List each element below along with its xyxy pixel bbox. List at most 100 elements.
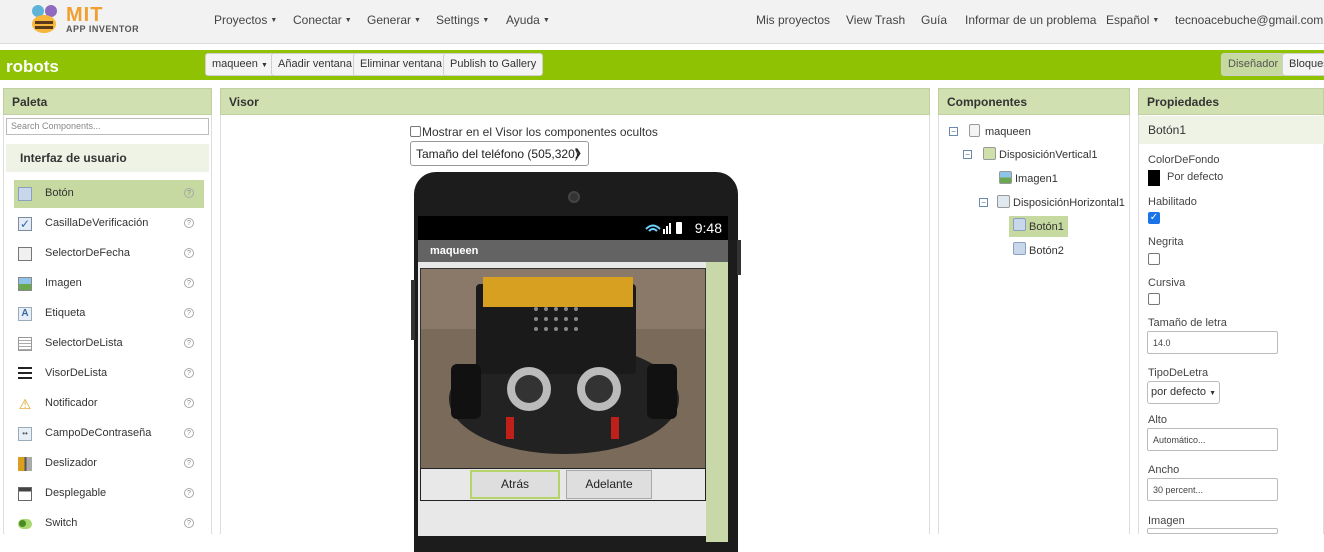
help-icon[interactable]: ? xyxy=(184,188,194,198)
preview-button-forward[interactable]: Adelante xyxy=(566,470,652,499)
tree-item-vertical1[interactable]: DisposiciónVertical1 xyxy=(999,149,1097,161)
menu-account[interactable]: tecnoacebuche@gmail.com▼ xyxy=(1175,13,1324,27)
app-inventor-logo[interactable]: MIT APP INVENTOR xyxy=(26,2,146,40)
label-icon: A xyxy=(18,307,32,321)
project-name: robots xyxy=(6,57,59,77)
link-mis-proyectos[interactable]: Mis proyectos xyxy=(756,13,830,27)
menu-proyectos[interactable]: Proyectos▼ xyxy=(214,13,277,27)
help-icon[interactable]: ? xyxy=(184,398,194,408)
help-icon[interactable]: ? xyxy=(184,248,194,258)
tree-item-maqueen[interactable]: maqueen xyxy=(985,126,1031,138)
palette-item-spinner[interactable]: Desplegable ? xyxy=(14,480,204,508)
collapse-icon[interactable]: − xyxy=(979,198,988,207)
phone-size-select[interactable]: Tamaño del teléfono (505,320)❯ xyxy=(410,141,589,166)
menu-language[interactable]: Español▼ xyxy=(1106,13,1159,27)
status-time: 9:48 xyxy=(695,220,722,236)
palette-item-listpicker[interactable]: SelectorDeLista ? xyxy=(14,330,204,358)
prop-label-italic: Cursiva xyxy=(1148,277,1185,289)
help-icon[interactable]: ? xyxy=(184,218,194,228)
robot-photo-image xyxy=(421,269,706,470)
color-swatch[interactable] xyxy=(1148,170,1160,186)
collapse-icon[interactable]: − xyxy=(949,127,958,136)
preview-button-back[interactable]: Atrás xyxy=(470,470,560,499)
link-guia[interactable]: Guía xyxy=(921,13,947,27)
link-view-trash[interactable]: View Trash xyxy=(846,13,905,27)
width-input[interactable]: 30 percent... xyxy=(1147,478,1278,501)
tree-item-button1[interactable]: Botón1 xyxy=(1029,221,1064,233)
horizontal-arrangement-preview[interactable] xyxy=(420,468,706,501)
slider-icon xyxy=(18,457,32,471)
help-icon[interactable]: ? xyxy=(184,308,194,318)
help-icon[interactable]: ? xyxy=(184,458,194,468)
vertical-arrangement-strip xyxy=(706,262,728,542)
help-icon[interactable]: ? xyxy=(184,518,194,528)
tree-item-horizontal1[interactable]: DisposiciónHorizontal1 xyxy=(1013,197,1125,209)
signal-battery-icon xyxy=(644,221,684,238)
bold-checkbox[interactable] xyxy=(1148,253,1160,265)
fontsize-input[interactable]: 14.0 xyxy=(1147,331,1278,354)
height-input[interactable]: Automático... xyxy=(1147,428,1278,451)
logo-subtitle: APP INVENTOR xyxy=(66,24,139,34)
components-header: Componentes xyxy=(938,88,1130,115)
checkbox-icon: ✓ xyxy=(18,217,32,231)
palette-item-passwordtextbox[interactable]: •• CampoDeContraseña ? xyxy=(14,420,204,448)
palette-section-user-interface[interactable]: Interfaz de usuario xyxy=(6,144,209,172)
menu-generar[interactable]: Generar▼ xyxy=(367,13,421,27)
collapse-icon[interactable]: − xyxy=(963,150,972,159)
image-icon xyxy=(18,277,32,291)
tree-item-image1[interactable]: Imagen1 xyxy=(1015,173,1058,185)
menu-ayuda[interactable]: Ayuda▼ xyxy=(506,13,550,27)
project-toolbar: robots maqueen ▼ Añadir ventana Eliminar… xyxy=(0,50,1324,80)
prop-label-bold: Negrita xyxy=(1148,236,1183,248)
menu-settings[interactable]: Settings▼ xyxy=(436,13,489,27)
palette-item-label[interactable]: A Etiqueta ? xyxy=(14,300,204,328)
palette-header: Paleta xyxy=(3,88,212,115)
listpicker-icon xyxy=(18,337,32,351)
phone-camera xyxy=(568,191,580,203)
phone-side-button xyxy=(411,280,415,340)
vertical-arrangement-icon xyxy=(983,147,996,160)
prop-label-enabled: Habilitado xyxy=(1148,196,1197,208)
prop-label-background: ColorDeFondo xyxy=(1148,154,1220,166)
help-icon[interactable]: ? xyxy=(184,368,194,378)
prop-label-height: Alto xyxy=(1148,414,1167,426)
help-icon[interactable]: ? xyxy=(184,278,194,288)
palette-item-listview[interactable]: VisorDeLista ? xyxy=(14,360,204,388)
palette-item-slider[interactable]: Deslizador ? xyxy=(14,450,204,478)
tree-item-button2[interactable]: Botón2 xyxy=(1029,245,1064,257)
enabled-checkbox[interactable]: ✓ xyxy=(1148,212,1160,224)
palette-item-datepicker[interactable]: SelectorDeFecha ? xyxy=(14,240,204,268)
palette-item-image[interactable]: Imagen ? xyxy=(14,270,204,298)
app-title: maqueen xyxy=(430,245,478,257)
prop-label-typeface: TipoDeLetra xyxy=(1148,367,1208,379)
add-screen-button[interactable]: Añadir ventana xyxy=(271,53,359,76)
palette-item-button[interactable]: Botón ? xyxy=(14,180,204,208)
horizontal-arrangement-icon xyxy=(997,195,1010,208)
blocks-button[interactable]: Bloques xyxy=(1282,53,1324,76)
menu-conectar[interactable]: Conectar▼ xyxy=(293,13,352,27)
bee-logo-icon xyxy=(26,2,64,38)
show-hidden-components-checkbox[interactable]: Mostrar en el Visor los componentes ocul… xyxy=(410,125,658,139)
palette-item-notifier[interactable]: ⚠ Notificador ? xyxy=(14,390,204,418)
image1-preview[interactable] xyxy=(420,268,706,470)
remove-screen-button[interactable]: Eliminar ventana xyxy=(353,53,449,76)
selected-component-name: Botón1 xyxy=(1139,116,1324,144)
image-icon xyxy=(999,171,1012,184)
prop-value-background[interactable]: Por defecto xyxy=(1167,171,1223,183)
search-components-input[interactable]: Search Components... xyxy=(6,118,209,135)
designer-button[interactable]: Diseñador xyxy=(1221,53,1285,76)
image-input[interactable] xyxy=(1147,528,1278,534)
checkbox-box[interactable] xyxy=(410,126,421,137)
typeface-select[interactable]: por defecto ▼ xyxy=(1147,381,1220,404)
button-icon xyxy=(1013,242,1026,255)
help-icon[interactable]: ? xyxy=(184,338,194,348)
publish-gallery-button[interactable]: Publish to Gallery xyxy=(443,53,543,76)
help-icon[interactable]: ? xyxy=(184,488,194,498)
spinner-icon xyxy=(18,487,32,501)
italic-checkbox[interactable] xyxy=(1148,293,1160,305)
help-icon[interactable]: ? xyxy=(184,428,194,438)
link-report-problem[interactable]: Informar de un problema xyxy=(965,13,1096,27)
chevron-down-icon: ❯ xyxy=(574,148,582,159)
palette-item-checkbox[interactable]: ✓ CasillaDeVerificación ? xyxy=(14,210,204,238)
screen-selector-button[interactable]: maqueen ▼ xyxy=(205,53,275,76)
